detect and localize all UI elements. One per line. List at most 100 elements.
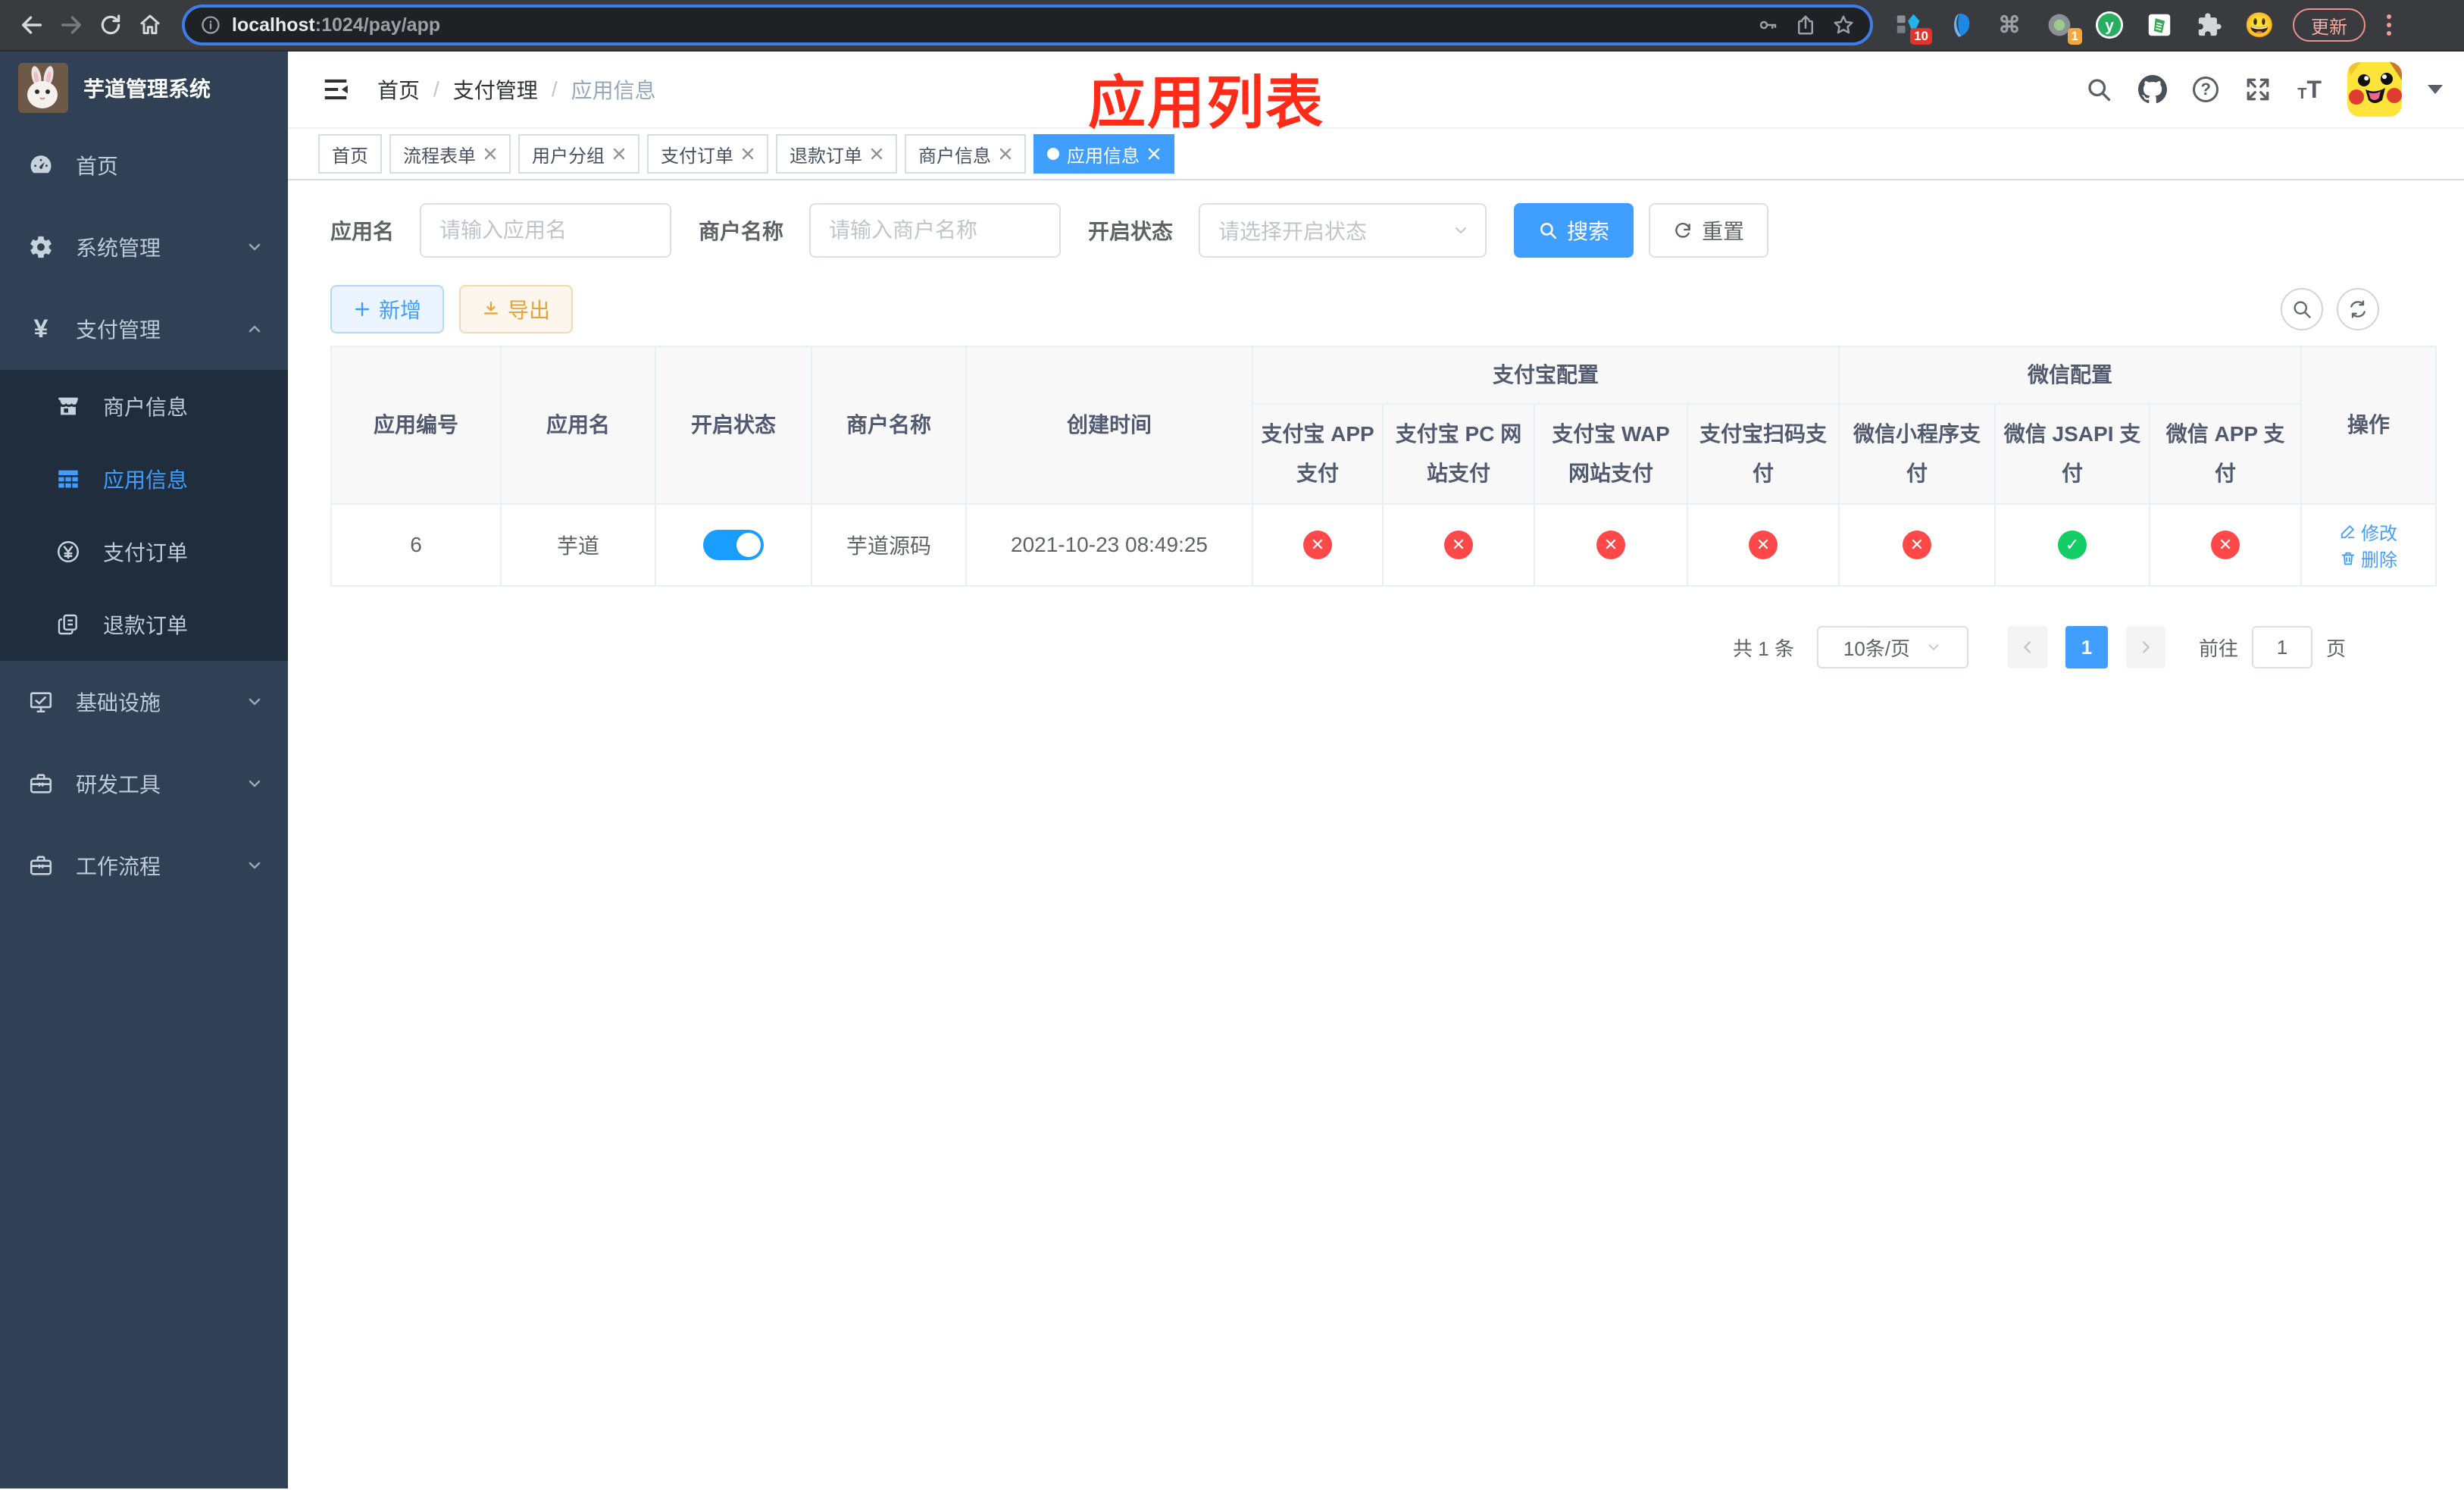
status-cross-icon[interactable]: ✕ [1596,531,1625,559]
sidebar-item-refund-order[interactable]: 退款订单 [0,588,288,661]
close-icon[interactable] [612,147,626,161]
profile-avatar-emoji[interactable]: 😃 [2244,10,2275,40]
tag-refund-order[interactable]: 退款订单 [776,134,897,174]
extension-doc-icon[interactable] [2144,10,2175,40]
sidebar-item-pay-order[interactable]: 支付订单 [0,515,288,588]
next-page-button[interactable] [2125,626,2165,668]
breadcrumb-home[interactable]: 首页 [377,74,420,105]
search-icon[interactable] [2085,76,2112,103]
filter-status: 开启状态 请选择开启状态 [1088,203,1487,258]
close-icon[interactable] [483,147,497,161]
browser-toolbar: localhost:1024/pay/app 10 ⌘ 1 y 😃 更新 [0,0,2464,52]
yen-icon: ¥ [33,315,48,343]
forward-icon[interactable] [52,5,91,45]
sidebar-item-system[interactable]: 系统管理 [0,206,288,288]
close-icon[interactable] [999,147,1012,161]
goto-unit: 页 [2325,637,2346,660]
font-size-icon[interactable]: TT [2297,77,2322,102]
sidebar-item-merchant-info[interactable]: 商户信息 [0,370,288,443]
copy-document-icon [55,611,82,638]
sidebar-item-home[interactable]: 首页 [0,124,288,206]
chevron-down-icon [1925,639,1942,656]
bookmark-star-icon[interactable] [1832,14,1855,36]
status-cross-icon[interactable]: ✕ [1749,531,1778,559]
extensions-puzzle-icon[interactable] [2194,10,2225,40]
sidebar-item-payment[interactable]: ¥ 支付管理 [0,288,288,370]
merchant-name-input[interactable] [809,203,1062,258]
delete-link[interactable]: 删除 [2340,545,2397,571]
cell-alipay-wap: ✕ [1534,503,1688,587]
share-icon[interactable] [1794,14,1817,36]
site-info-icon[interactable] [200,14,221,36]
extension-y-icon[interactable]: y [2094,10,2125,40]
cell-wx-app: ✕ [2149,503,2303,587]
app-name-input[interactable] [420,203,672,258]
tag-pay-order[interactable]: 支付订单 [647,134,768,174]
sidebar-item-infrastructure[interactable]: 基础设施 [0,661,288,743]
password-key-icon[interactable] [1756,14,1779,36]
page-size-select[interactable]: 10条/页 [1816,626,1968,668]
sidebar-item-label: 首页 [76,155,119,178]
sidebar-item-app-info[interactable]: 应用信息 [0,443,288,515]
tag-user-group[interactable]: 用户分组 [518,134,639,174]
filter-app-name: 应用名 [330,203,672,258]
page-number-1[interactable]: 1 [2065,626,2108,668]
github-icon[interactable] [2138,75,2168,104]
tag-process-form[interactable]: 流程表单 [389,134,511,174]
cell-wx-mini: ✕ [1838,503,1997,587]
tag-app-info[interactable]: 应用信息 [1033,134,1174,174]
close-icon[interactable] [1147,147,1161,161]
status-cross-icon[interactable]: ✕ [2211,531,2240,559]
close-icon[interactable] [870,147,883,161]
payment-submenu: 商户信息 应用信息 支付订单 退款订单 [0,370,288,661]
help-icon[interactable]: ? [2193,77,2219,102]
sidebar-item-workflow[interactable]: 工作流程 [0,825,288,906]
goto-label: 前往 [2198,637,2238,660]
fullscreen-icon[interactable] [2244,76,2272,103]
breadcrumb-payment[interactable]: 支付管理 [453,74,538,105]
back-icon[interactable] [12,5,52,45]
status-label: 开启状态 [1088,220,1174,243]
edit-link[interactable]: 修改 [2340,518,2397,545]
url-bar[interactable]: localhost:1024/pay/app [182,5,1873,45]
refresh-icon[interactable] [2337,288,2379,330]
pagination-goto: 前往 页 [2199,626,2346,668]
col-header-alipay-pc: 支付宝 PC 网站支付 [1382,403,1535,505]
status-select[interactable]: 请选择开启状态 [1199,203,1487,258]
chevron-down-icon [245,775,264,793]
extension-recorder-icon[interactable]: 1 [2044,10,2082,45]
col-header-actions: 操作 [2300,346,2437,505]
tag-home[interactable]: 首页 [318,134,382,174]
extension-command-icon[interactable]: ⌘ [1994,10,2025,40]
status-check-icon[interactable]: ✓ [2058,531,2087,559]
home-icon[interactable] [130,5,170,45]
browser-menu-icon[interactable] [2381,14,2397,36]
tag-label: 退款订单 [790,146,862,167]
filter-merchant-name: 商户名称 [699,203,1062,258]
prev-page-button[interactable] [2007,626,2047,668]
sidebar-item-label: 系统管理 [76,236,161,260]
status-switch[interactable] [703,530,764,560]
browser-update-button[interactable]: 更新 [2293,8,2366,42]
extension-gem-icon[interactable]: 10 [1894,10,1932,45]
toggle-search-icon[interactable] [2281,288,2323,330]
reload-icon[interactable] [91,5,130,45]
user-avatar[interactable] [2347,62,2402,117]
close-icon[interactable] [741,147,755,161]
dashboard-icon [27,152,55,179]
sidebar-collapse-icon[interactable] [321,75,350,104]
export-button[interactable]: 导出 [459,285,574,333]
goto-page-input[interactable] [2251,626,2312,668]
cell-id: 6 [330,503,502,587]
status-cross-icon[interactable]: ✕ [1303,531,1332,559]
status-cross-icon[interactable]: ✕ [1444,531,1473,559]
avatar-caret-icon[interactable] [2428,85,2443,94]
status-cross-icon[interactable]: ✕ [1903,531,1932,559]
tag-merchant-info[interactable]: 商户信息 [905,134,1026,174]
sidebar-item-dev-tools[interactable]: 研发工具 [0,743,288,825]
reset-button[interactable]: 重置 [1649,203,1769,258]
extension-balloon-icon[interactable] [1944,10,1975,40]
add-button[interactable]: 新增 [330,285,445,333]
tag-label: 商户信息 [918,146,991,167]
search-button[interactable]: 搜索 [1514,203,1634,258]
